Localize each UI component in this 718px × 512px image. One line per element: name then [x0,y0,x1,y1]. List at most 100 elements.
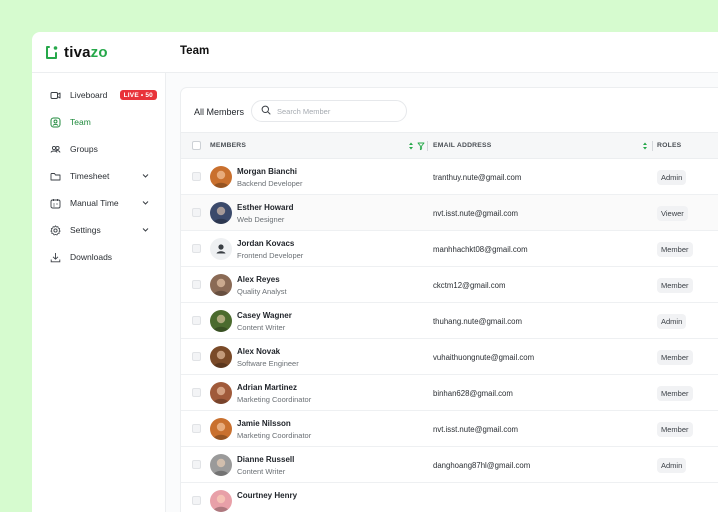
row-checkbox[interactable] [192,352,201,361]
chevron-down-icon[interactable] [141,198,150,209]
sidebar-item-label: Team [70,117,91,127]
column-header-email[interactable]: EMAIL ADDRESS [433,142,492,149]
member-email: vuhaithuongnute@gmail.com [433,353,535,362]
sidebar-item-team[interactable]: Team [32,111,166,133]
table-row[interactable]: Morgan Bianchi Backend Developer tranthuy.… [181,159,718,195]
sidebar-item-label: Groups [70,144,98,154]
avatar [210,310,232,332]
column-divider [427,141,428,151]
row-checkbox[interactable] [192,460,201,469]
row-checkbox[interactable] [192,244,201,253]
search-box[interactable] [251,100,407,122]
role-badge[interactable]: Member [657,350,693,365]
row-checkbox[interactable] [192,424,201,433]
row-checkbox[interactable] [192,316,201,325]
sort-icon[interactable] [408,141,414,153]
row-checkbox[interactable] [192,172,201,181]
sidebar-item-label: Settings [70,225,101,235]
member-email: nvt.isst.nute@gmail.com [433,209,519,218]
member-title: Quality Analyst [237,287,287,296]
avatar [210,490,232,512]
filter-icon[interactable] [417,141,425,153]
avatar [210,454,232,476]
download-icon [50,252,61,263]
row-checkbox[interactable] [192,208,201,217]
row-checkbox[interactable] [192,496,201,505]
member-title: Backend Developer [237,179,303,188]
brand-logo[interactable]: tivazo [45,43,108,61]
table-row[interactable]: Courtney Henry [181,483,718,512]
camera-icon [50,90,61,101]
sidebar-item-label: Liveboard [70,90,108,100]
gear-icon [50,224,61,236]
sidebar: Liveboard LIVE • 50 Team Groups Timeshee… [32,73,166,512]
select-all-checkbox[interactable] [192,141,201,150]
sidebar-item-groups[interactable]: Groups [32,138,166,160]
brand-name: tivazo [64,43,108,61]
member-email: ckctm12@gmail.com [433,281,506,290]
member-title: Software Engineer [237,359,299,368]
role-badge[interactable]: Admin [657,458,687,473]
members-toolbar: All Members [181,88,718,132]
sidebar-item-timesheet[interactable]: Timesheet [32,165,166,187]
folder-icon [50,171,61,182]
member-name: Jordan Kovacs [237,239,295,248]
column-header-members[interactable]: MEMBERS [210,142,246,149]
sidebar-item-downloads[interactable]: Downloads [32,246,166,268]
member-name: Alex Novak [237,347,281,356]
user-circle-icon [50,117,61,128]
sort-icon[interactable] [642,141,648,153]
avatar [210,166,232,188]
member-name: Dianne Russell [237,455,295,464]
table-row[interactable]: Adrian Martinez Marketing Coordinator binh… [181,375,718,411]
table-row[interactable]: Alex Novak Software Engineer vuhaithuongnu… [181,339,718,375]
sidebar-item-manual-time[interactable]: Manual Time [32,192,166,214]
live-badge: LIVE • 50 [119,90,157,100]
members-table-body: Morgan Bianchi Backend Developer tranthuy.… [181,159,718,512]
role-badge[interactable]: Member [657,386,693,401]
member-title: Marketing Coordinator [237,431,312,440]
table-row[interactable]: Jamie Nilsson Marketing Coordinator nvt.is… [181,411,718,447]
role-badge[interactable]: Admin [657,314,687,329]
logo-mark-icon [45,45,58,60]
role-badge[interactable]: Member [657,242,693,257]
role-badge[interactable]: Viewer [657,206,688,221]
row-checkbox[interactable] [192,388,201,397]
table-row[interactable]: Alex Reyes Quality Analyst ckctm12@gmail.c… [181,267,718,303]
table-row[interactable]: Esther Howard Web Designer nvt.isst.nute@g… [181,195,718,231]
member-name: Casey Wagner [237,311,292,320]
avatar [210,418,232,440]
page-title: Team [180,45,210,57]
member-email: nvt.isst.nute@gmail.com [433,425,519,434]
member-email: tranthuy.nute@gmail.com [433,173,522,182]
column-divider [652,141,653,151]
member-title: Content Writer [237,467,286,476]
role-badge[interactable]: Member [657,422,693,437]
table-row[interactable]: Casey Wagner Content Writer thuhang.nute@g… [181,303,718,339]
sidebar-item-settings[interactable]: Settings [32,219,166,241]
avatar [210,382,232,404]
row-checkbox[interactable] [192,280,201,289]
table-row[interactable]: Jordan Kovacs Frontend Developer manhhachk… [181,231,718,267]
chevron-down-icon[interactable] [141,171,150,182]
main-content: All Members MEMBERS EMAIL ADD [166,73,718,512]
search-icon [261,102,271,120]
sidebar-item-label: Manual Time [70,198,119,208]
column-header-roles[interactable]: ROLES [657,142,681,149]
role-badge[interactable]: Member [657,278,693,293]
app-window: tivazo Team Liveboard LIVE • 50 Team Gro… [32,32,718,512]
chevron-down-icon[interactable] [141,225,150,236]
sidebar-item-label: Timesheet [70,171,110,181]
member-title: Frontend Developer [237,251,304,260]
tab-all-members[interactable]: All Members [194,107,244,117]
role-badge[interactable]: Admin [657,170,687,185]
top-bar: tivazo Team [32,32,718,73]
table-row[interactable]: Dianne Russell Content Writer danghoang87h… [181,447,718,483]
sidebar-item-liveboard[interactable]: Liveboard LIVE • 50 [32,84,166,106]
member-title: Marketing Coordinator [237,395,312,404]
member-email: binhan628@gmail.com [433,389,513,398]
table-header: MEMBERS EMAIL ADDRESS ROLES [181,132,718,159]
member-email: manhhachkt08@gmail.com [433,245,528,254]
member-name: Morgan Bianchi [237,167,298,176]
search-input[interactable] [277,106,397,116]
